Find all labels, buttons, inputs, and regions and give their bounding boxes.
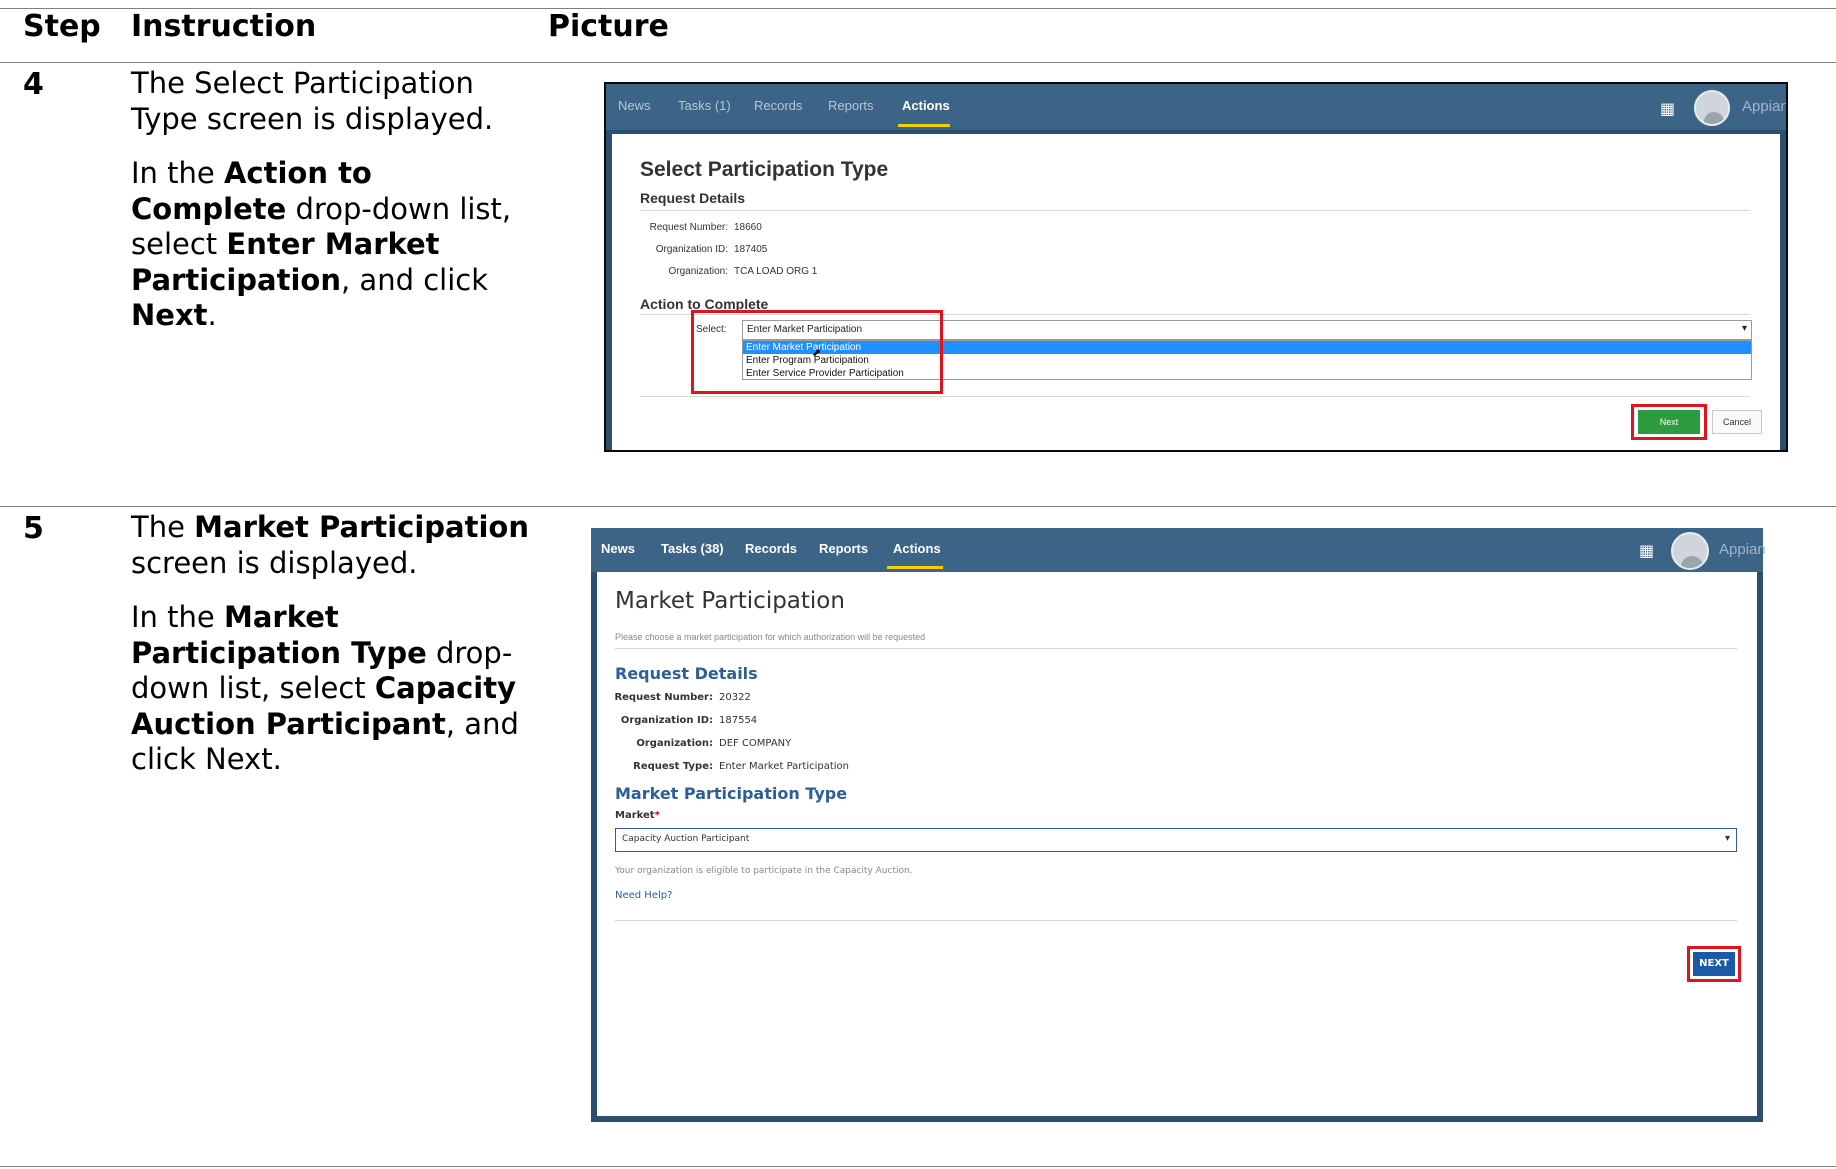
field-label: Request Number: [649,222,728,233]
field-row: Organization ID: [612,244,728,256]
appian-logo: Appian [1719,541,1766,558]
nav-actions[interactable]: Actions [893,541,941,556]
field-label: Organization ID: [620,715,713,726]
divider [640,210,1750,211]
field-label: Request Type: [633,761,713,772]
form-panel: Select Participation Type Request Detail… [612,134,1780,450]
nav-records[interactable]: Records [754,98,802,113]
nav-reports[interactable]: Reports [819,541,868,556]
nav-news[interactable]: News [618,98,651,113]
divider [640,396,1750,397]
chevron-down-icon: ▾ [1724,833,1730,844]
field-row: Request Number: [612,222,728,234]
step-number: 5 [23,511,44,546]
header-instruction: Instruction [131,9,317,44]
step-instruction: The Select Participation Type screen is … [131,66,531,353]
active-tab-indicator [887,566,943,569]
top-nav: News Tasks (1) Records Reports Actions ▦… [606,84,1786,130]
nav-records[interactable]: Records [745,541,797,556]
divider [615,648,1737,649]
select-value: Capacity Auction Participant [622,834,750,844]
step-number: 4 [23,67,44,102]
eligibility-note: Your organization is eligible to partici… [615,866,913,876]
app-grid-icon[interactable]: ▦ [1660,99,1675,118]
need-help-link[interactable]: Need Help? [615,890,672,901]
cancel-button[interactable]: Cancel [1712,410,1762,434]
field-row: Request Type: [597,761,713,773]
nav-reports[interactable]: Reports [828,98,874,113]
highlight-box [1687,946,1741,982]
field-row: Organization: [612,266,728,278]
instruction-paragraph: In the Market Participation Type drop-do… [131,600,519,776]
top-nav: News Tasks (38) Records Reports Actions … [591,528,1766,572]
avatar[interactable] [1671,532,1709,570]
nav-tasks[interactable]: Tasks (38) [661,541,724,556]
nav-actions[interactable]: Actions [902,98,950,113]
form-instructions: Please choose a market participation for… [615,632,926,642]
header-step: Step [23,9,101,44]
app-grid-icon[interactable]: ▦ [1639,541,1654,560]
field-row: Organization ID: [597,715,713,727]
avatar[interactable] [1694,90,1730,126]
instruction-paragraph: The Select Participation Type screen is … [131,66,494,136]
nav-tasks[interactable]: Tasks (1) [678,98,731,113]
instruction-paragraph: The Market Participation screen is displ… [131,510,530,580]
page-title: Select Participation Type [640,158,889,181]
field-row: Request Number: [597,692,713,704]
field-label: Request Number: [614,692,713,703]
header-picture: Picture [548,9,669,44]
required-marker: * [654,810,660,821]
screenshot-market-participation: News Tasks (38) Records Reports Actions … [591,528,1766,1122]
row-rule [0,506,1836,507]
field-row: Organization: [597,738,713,750]
section-heading: Request Details [615,664,758,683]
appian-logo: Appian [1742,98,1788,115]
step-instruction: The Market Participation screen is displ… [131,510,531,797]
screenshot-select-participation-type: News Tasks (1) Records Reports Actions ▦… [604,82,1788,452]
market-select[interactable]: Capacity Auction Participant ▾ [615,828,1737,852]
highlight-box [1631,404,1707,440]
instruction-paragraph: In the Action to Complete drop-down list… [131,156,512,332]
form-panel: Market Participation Please choose a mar… [597,572,1757,1116]
section-heading: Request Details [640,190,746,206]
divider [615,920,1737,921]
field-label: Organization: [636,738,713,749]
section-heading: Market Participation Type [615,784,848,803]
field-label: Organization ID: [655,244,728,255]
active-tab-indicator [898,124,950,127]
field-label: Market* [615,810,660,821]
nav-news[interactable]: News [601,541,635,556]
bottom-rule [0,1166,1836,1167]
header-rule [0,62,1836,63]
chevron-down-icon: ▾ [1741,323,1747,334]
highlight-box [691,310,943,394]
field-label: Organization: [668,266,728,277]
page-title: Market Participation [615,588,845,614]
